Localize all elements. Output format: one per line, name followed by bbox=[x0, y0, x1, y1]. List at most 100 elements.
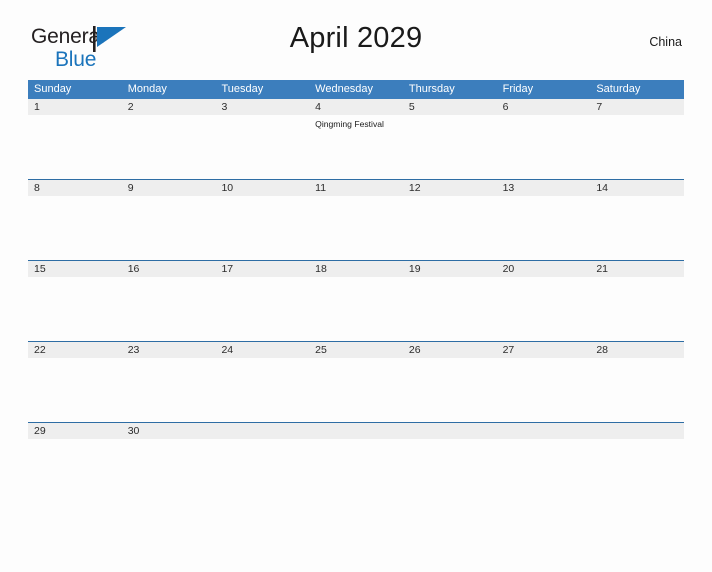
week-event-area bbox=[28, 196, 684, 260]
week-date-bar: 1234567 bbox=[28, 99, 684, 115]
day-number-empty bbox=[403, 423, 497, 439]
day-cell[interactable] bbox=[590, 439, 684, 503]
day-number[interactable]: 11 bbox=[309, 180, 403, 196]
day-number[interactable]: 1 bbox=[28, 99, 122, 115]
day-cell[interactable] bbox=[28, 358, 122, 422]
day-cell[interactable] bbox=[403, 358, 497, 422]
week-event-area: Qingming Festival bbox=[28, 115, 684, 179]
day-number[interactable]: 28 bbox=[590, 342, 684, 358]
day-number-empty bbox=[215, 423, 309, 439]
day-number[interactable]: 22 bbox=[28, 342, 122, 358]
day-cell[interactable] bbox=[28, 196, 122, 260]
week-date-bar: 29 30 bbox=[28, 423, 684, 439]
day-cell[interactable] bbox=[403, 439, 497, 503]
calendar-week-row: 15 16 17 18 19 20 21 bbox=[28, 260, 684, 341]
day-cell[interactable] bbox=[309, 439, 403, 503]
day-number[interactable]: 9 bbox=[122, 180, 216, 196]
calendar-week-row: 29 30 bbox=[28, 422, 684, 503]
day-cell[interactable] bbox=[122, 439, 216, 503]
day-cell[interactable] bbox=[122, 277, 216, 341]
calendar-grid: Sunday Monday Tuesday Wednesday Thursday Frid… bbox=[28, 80, 684, 503]
day-number[interactable]: 13 bbox=[497, 180, 591, 196]
day-cell[interactable] bbox=[215, 196, 309, 260]
day-number[interactable]: 8 bbox=[28, 180, 122, 196]
day-cell[interactable] bbox=[497, 196, 591, 260]
weekday-header-sunday: Sunday bbox=[34, 83, 72, 95]
day-cell[interactable] bbox=[122, 115, 216, 179]
day-cell[interactable]: Qingming Festival bbox=[309, 115, 403, 179]
day-cell[interactable] bbox=[497, 277, 591, 341]
holiday-event-label: Qingming Festival bbox=[315, 119, 384, 129]
calendar-week-row: 1 2 3 4 5 6 7 Qingming Festival bbox=[28, 99, 684, 179]
weekday-header-row: Sunday Monday Tuesday Wednesday Thursday Frid… bbox=[28, 80, 684, 99]
day-number[interactable]: 27 bbox=[497, 342, 591, 358]
day-cell[interactable] bbox=[403, 196, 497, 260]
weekday-header-friday: Friday bbox=[502, 83, 534, 95]
day-number[interactable]: 24 bbox=[215, 342, 309, 358]
calendar-weeks: 1 2 3 4 5 6 7 Qingming Festival 8 9 10 11 12 13 14 15 16… bbox=[28, 99, 684, 503]
day-number-empty bbox=[497, 423, 591, 439]
week-date-bar: 8 9 10 11 12 13 14 bbox=[28, 180, 684, 196]
day-cell[interactable] bbox=[28, 439, 122, 503]
page-header: General Blue April 2029 China bbox=[28, 22, 684, 74]
day-number[interactable]: 12 bbox=[403, 180, 497, 196]
day-cell[interactable] bbox=[497, 439, 591, 503]
weekday-header-tuesday: Tuesday bbox=[221, 83, 264, 95]
day-number[interactable]: 25 bbox=[309, 342, 403, 358]
day-number-empty bbox=[590, 423, 684, 439]
country-label: China bbox=[649, 35, 682, 49]
day-cell[interactable] bbox=[215, 358, 309, 422]
day-number[interactable]: 6 bbox=[497, 99, 591, 115]
day-number[interactable]: 5 bbox=[403, 99, 497, 115]
calendar-page: General Blue April 2029 China Sunday Mond… bbox=[0, 22, 712, 572]
day-cell[interactable] bbox=[215, 439, 309, 503]
day-cell[interactable] bbox=[403, 115, 497, 179]
day-cell[interactable] bbox=[122, 358, 216, 422]
day-number[interactable]: 19 bbox=[403, 261, 497, 277]
day-cell[interactable] bbox=[403, 277, 497, 341]
day-number[interactable]: 30 bbox=[122, 423, 216, 439]
weekday-header-monday: Monday bbox=[127, 83, 167, 95]
calendar-week-row: 8 9 10 11 12 13 14 bbox=[28, 179, 684, 260]
calendar-week-row: 22 23 24 25 26 27 28 bbox=[28, 341, 684, 422]
week-event-area bbox=[28, 277, 684, 341]
day-cell[interactable] bbox=[497, 115, 591, 179]
weekday-header-thursday: Thursday bbox=[408, 83, 455, 95]
day-cell[interactable] bbox=[215, 277, 309, 341]
day-cell[interactable] bbox=[590, 277, 684, 341]
day-cell[interactable] bbox=[309, 196, 403, 260]
day-number[interactable]: 15 bbox=[28, 261, 122, 277]
day-number[interactable]: 16 bbox=[122, 261, 216, 277]
day-cell[interactable] bbox=[590, 358, 684, 422]
week-event-area bbox=[28, 358, 684, 422]
week-date-bar: 22 23 24 25 26 27 28 bbox=[28, 342, 684, 358]
day-number[interactable]: 17 bbox=[215, 261, 309, 277]
day-number[interactable]: 21 bbox=[590, 261, 684, 277]
day-cell[interactable] bbox=[28, 277, 122, 341]
day-cell[interactable] bbox=[590, 196, 684, 260]
day-number[interactable]: 7 bbox=[590, 99, 684, 115]
day-number[interactable]: 26 bbox=[403, 342, 497, 358]
day-number[interactable]: 4 bbox=[309, 99, 403, 115]
day-number[interactable]: 20 bbox=[497, 261, 591, 277]
week-date-bar: 15 16 17 18 19 20 21 bbox=[28, 261, 684, 277]
day-cell[interactable] bbox=[122, 196, 216, 260]
day-number[interactable]: 2 bbox=[122, 99, 216, 115]
day-cell[interactable] bbox=[309, 358, 403, 422]
day-cell[interactable] bbox=[28, 115, 122, 179]
day-cell[interactable] bbox=[497, 358, 591, 422]
day-number[interactable]: 29 bbox=[28, 423, 122, 439]
weekday-header-saturday: Saturday bbox=[596, 83, 641, 95]
weekday-header-wednesday: Wednesday bbox=[315, 83, 374, 95]
day-number-empty bbox=[309, 423, 403, 439]
day-number[interactable]: 10 bbox=[215, 180, 309, 196]
day-number[interactable]: 23 bbox=[122, 342, 216, 358]
page-title: April 2029 bbox=[289, 22, 423, 54]
day-cell[interactable] bbox=[215, 115, 309, 179]
day-cell[interactable] bbox=[590, 115, 684, 179]
week-event-area bbox=[28, 439, 684, 503]
day-number[interactable]: 3 bbox=[215, 99, 309, 115]
day-number[interactable]: 14 bbox=[590, 180, 684, 196]
day-number[interactable]: 18 bbox=[309, 261, 403, 277]
day-cell[interactable] bbox=[309, 277, 403, 341]
